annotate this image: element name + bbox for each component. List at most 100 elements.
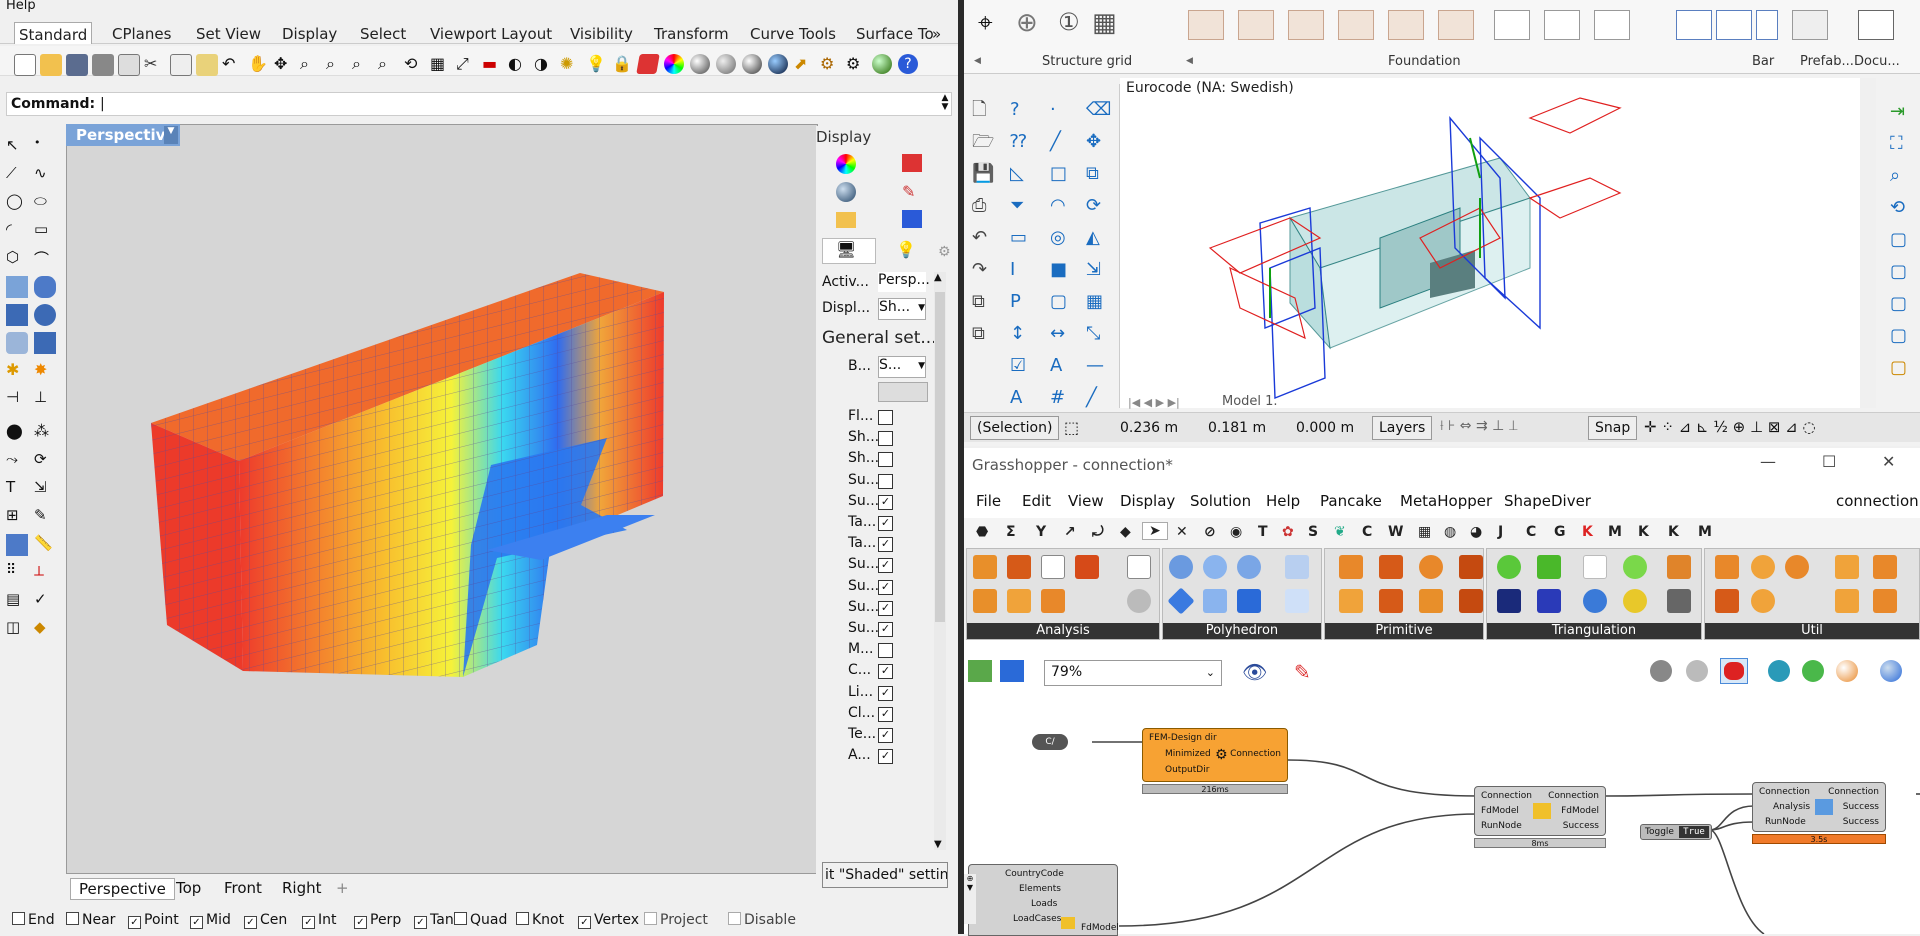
new-icon[interactable] [14,54,36,76]
triangulation-icon-6[interactable] [1497,589,1521,613]
add-view-icon[interactable]: + [328,878,357,898]
foundation-box2-icon[interactable] [1544,10,1580,40]
point-icon[interactable]: • [34,136,56,158]
analysis-icon-9[interactable] [1127,589,1151,613]
sketch-pen-icon[interactable]: ✎ [1294,660,1311,684]
util-icon-1[interactable] [1715,555,1739,579]
view-tab-top[interactable]: Top [168,878,209,898]
primitive-icon-1[interactable] [1339,555,1363,579]
rotate-icon[interactable]: ⟳ [1086,190,1106,222]
check-icon[interactable]: ☑ [1010,350,1030,382]
erase-icon[interactable]: ⌫ [1086,94,1111,126]
snap-button[interactable]: Snap [1588,416,1638,440]
tab-j[interactable]: J [1498,524,1503,540]
model-tab[interactable]: Model 1. [1218,394,1282,409]
tab-visibility[interactable]: Visibility [566,22,637,44]
tab-intersect-icon[interactable]: ✕ [1176,524,1188,540]
array-icon[interactable]: ⁂ [34,422,56,444]
osnap-checkbox[interactable]: ✓ [354,916,367,929]
perspective-viewport[interactable] [66,124,818,874]
paste-icon[interactable]: ⧉ [972,318,992,350]
osnap-checkbox[interactable] [644,912,657,925]
rotate-icon[interactable]: ⟳ [34,450,56,472]
polyhedron-icon-7[interactable] [1237,589,1261,613]
box-icon[interactable]: ▢ [1050,286,1070,318]
polyhedron-icon-4[interactable] [1285,555,1309,579]
tab-select[interactable]: Select [356,22,410,44]
polyhedron-icon-2[interactable] [1203,555,1227,579]
polyhedron-icon-8[interactable] [1285,589,1309,613]
rendered-sphere-icon[interactable] [742,54,762,74]
polyhedron-icon-3[interactable] [1237,555,1261,579]
foundation-slab-icon[interactable] [1288,10,1324,40]
tab-s[interactable]: S [1308,524,1318,540]
grid-axis-icon[interactable]: ⌖ [978,8,993,39]
tab-maths-icon[interactable]: Σ [1006,524,1016,540]
osnap-perp[interactable]: ✓ Perp [354,912,401,929]
util-icon-7[interactable] [1751,589,1775,613]
tab-standard[interactable]: Standard [14,22,93,44]
triangulation-icon-7[interactable] [1537,589,1561,613]
tab-ball-icon[interactable]: ◕ [1470,524,1482,540]
dim-icon[interactable]: ↔ [1050,318,1070,350]
snap-tool-icons[interactable]: ✛ ⁘ ⊿ ⊾ ½ ⊕ ⊥ ⊠ ⊿ ◌ [1644,418,1816,436]
tab-k[interactable]: K [1638,524,1649,540]
display-mode-icon-3[interactable] [1836,660,1858,682]
analysis-icon-3[interactable] [1041,555,1065,579]
femdesign-canvas-scrollbar[interactable] [1860,78,1876,408]
foundation-wall-icon[interactable] [1238,10,1274,40]
osnap-checkbox[interactable]: ✓ [414,916,427,929]
material-sphere-icon[interactable] [768,54,788,74]
view-box-icon[interactable]: ▢ [1890,224,1907,256]
filter-icon[interactable]: ⏷ [1010,190,1030,222]
foundation-step-icon[interactable] [1338,10,1374,40]
osnap-checkbox[interactable] [454,912,467,925]
tab-vector-icon[interactable]: ↗ [1064,524,1076,540]
primitive-icon-4[interactable] [1459,555,1483,579]
extend-icon[interactable]: ╱ [1086,382,1106,414]
rotate-view-icon[interactable]: ✥ [274,54,296,76]
render-tool-icon[interactable]: ▤ [6,590,28,612]
select-icon[interactable]: ⤢ [456,54,478,76]
analysis-icon-1[interactable] [973,555,997,579]
menu-help[interactable]: Help [1266,492,1300,510]
layer-icon[interactable]: ✺ [560,54,582,76]
polyhedron-icon-6[interactable] [1203,589,1227,613]
analysis-icon-2[interactable] [1007,555,1031,579]
scale-icon[interactable]: ⇲ [34,478,56,500]
foundation-box-icon[interactable] [1494,10,1530,40]
measure-icon[interactable]: ◺ [1010,158,1030,190]
tab-m[interactable]: M [1608,524,1622,540]
copy-icon[interactable]: ⧉ [972,286,992,318]
lock-icon[interactable]: 🔒 [612,54,634,76]
curve-icon[interactable]: ∿ [34,164,56,186]
panel-settings-gear-icon[interactable]: ⚙ [938,244,951,260]
background-color-swatch[interactable] [878,382,928,402]
osnap-disable[interactable]: Disable [728,912,796,928]
split-icon[interactable]: ⊥ [34,388,56,410]
undo-icon[interactable]: ↶ [972,222,992,254]
viewport-title-tab[interactable]: Perspective [66,124,180,146]
tab-leaf-icon[interactable]: ❦ [1334,524,1346,540]
cube-icon[interactable]: ⬚ [1064,418,1079,437]
command-line[interactable]: Command: | [6,92,952,116]
zoom-extents-icon[interactable]: ⛶ [1890,128,1907,160]
text-p-icon[interactable]: P [1010,286,1030,318]
primitive-icon-7[interactable] [1419,589,1443,613]
primitive-icon-3[interactable] [1419,555,1443,579]
display-mode-icon-4[interactable] [1880,660,1902,682]
menu-metahopper[interactable]: MetaHopper [1400,492,1492,510]
tab-display[interactable]: Display [278,22,341,44]
osnap-checkbox[interactable] [516,912,529,925]
panel-triangulation-label[interactable]: Triangulation [1487,623,1701,639]
triangulation-icon-9[interactable] [1623,589,1647,613]
osnap-checkbox[interactable]: ✓ [190,916,203,929]
fillet-edge-icon[interactable]: ✱ [6,360,28,382]
ribbon-scroll-left2-icon[interactable]: ◀ [1186,56,1193,66]
display-mode-footer[interactable]: it "Shaded" setting [822,862,948,888]
redo-icon[interactable]: ↷ [972,254,992,286]
panel-primitive-label[interactable]: Primitive [1325,623,1483,639]
tab-plugin-icon[interactable]: ✿ [1282,524,1294,540]
group-icon[interactable]: ⬤ [6,422,28,444]
layers-button[interactable]: Layers [1372,416,1433,440]
